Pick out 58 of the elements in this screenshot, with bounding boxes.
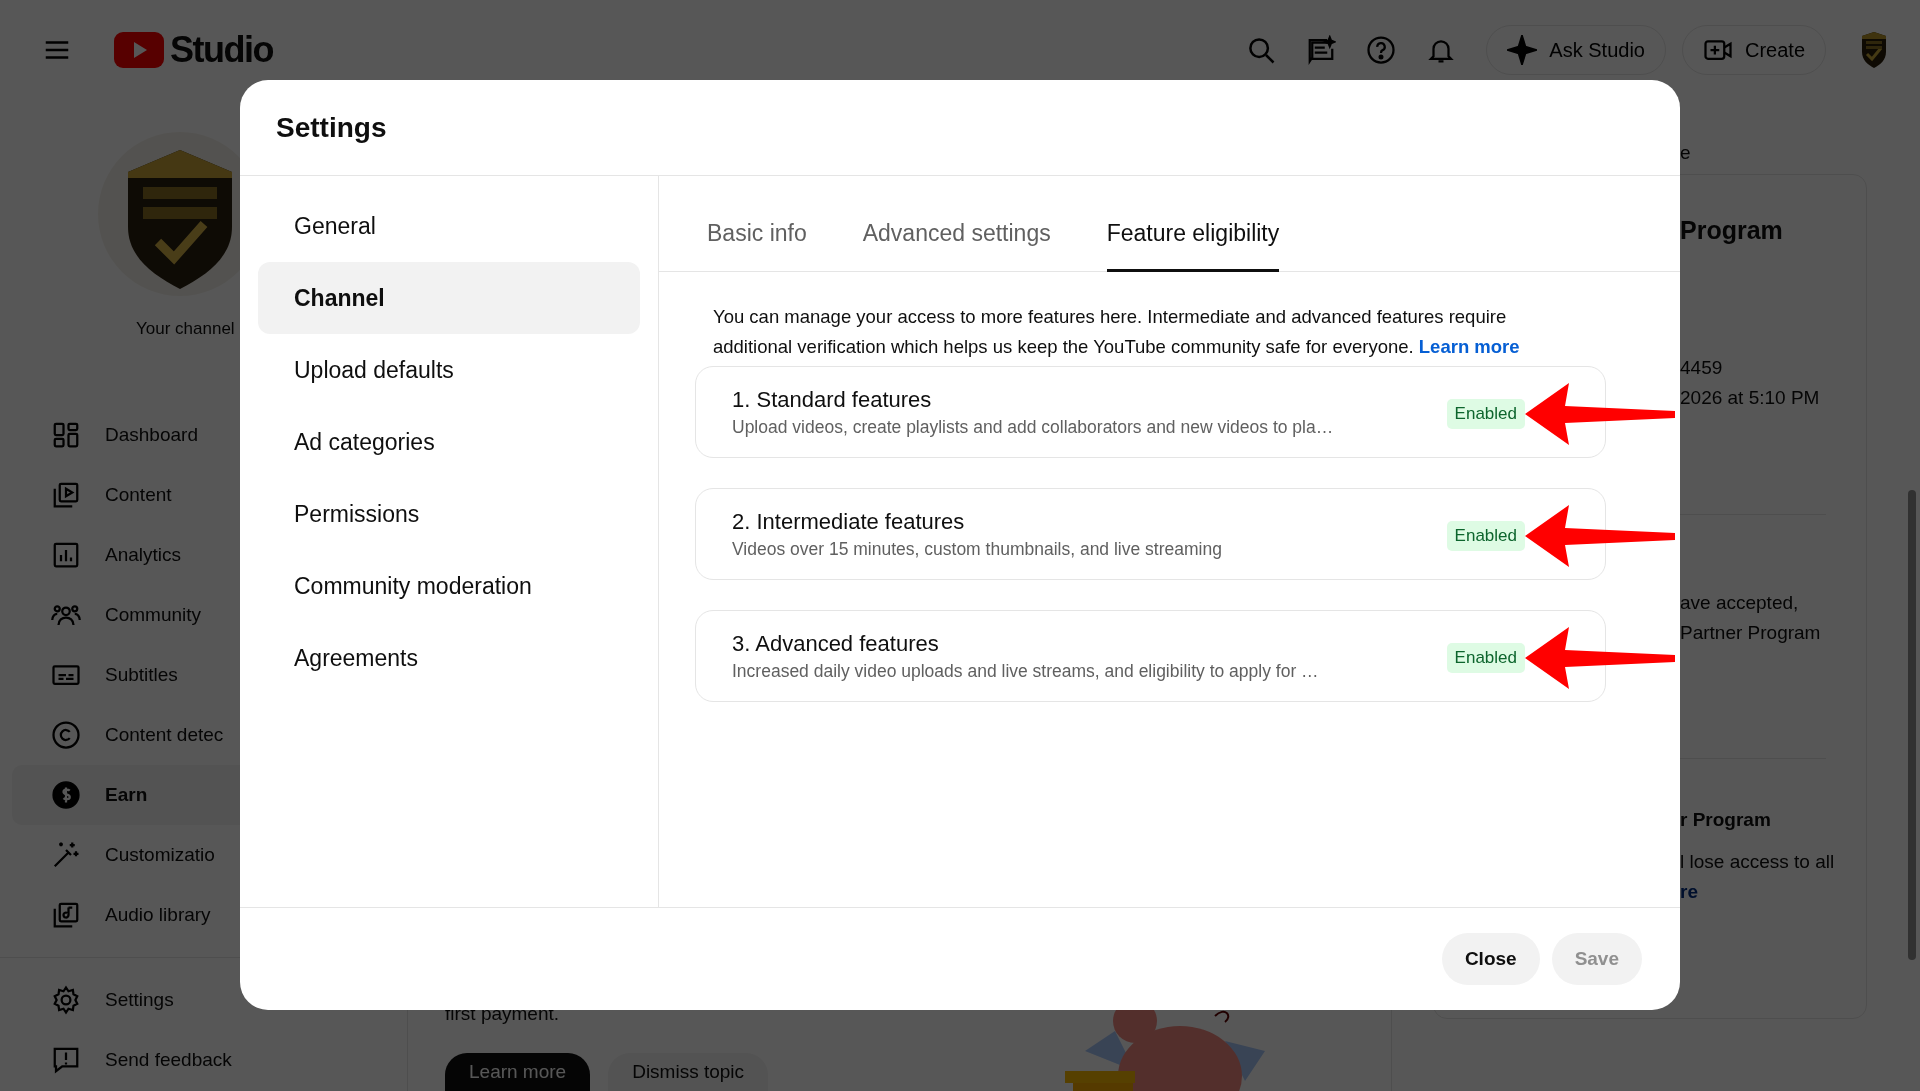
customization-icon	[51, 840, 81, 870]
section-text: l lose access to all	[1680, 850, 1836, 874]
feature-title: 3. Advanced features	[732, 630, 940, 657]
section-heading: r Program	[1680, 808, 1772, 832]
section-text: 4459	[1680, 356, 1724, 380]
analytics-icon	[51, 540, 81, 570]
help-icon[interactable]	[1366, 35, 1397, 65]
dollar-icon	[51, 780, 81, 810]
audio-icon	[51, 900, 81, 930]
sparkle-icon	[1507, 35, 1538, 65]
content-icon	[51, 480, 81, 510]
link[interactable]: re	[1680, 877, 1866, 907]
section-heading: Program	[1680, 215, 1784, 245]
create-button[interactable]: Create	[1681, 25, 1826, 75]
feature-description: Videos over 15 minutes, custom thumbnails, and live streaming	[732, 538, 1223, 560]
learn-more-button[interactable]: Learn more	[445, 1053, 591, 1091]
learn-more-link[interactable]: Learn more	[1418, 336, 1520, 357]
feature-title: 1. Standard features	[732, 386, 933, 413]
nav-item[interactable]: Community moderation	[258, 550, 640, 622]
close-button[interactable]: Close	[1441, 933, 1540, 985]
nav-item[interactable]: Upload defaults	[258, 334, 640, 406]
chat-sparkle-icon[interactable]	[1306, 35, 1337, 65]
play-logo-icon	[114, 32, 164, 68]
channel-label: Your channel	[136, 319, 236, 339]
scrollbar-thumb[interactable]	[1908, 490, 1916, 960]
feature-description: Increased daily video uploads and live streams, and eligibility to apply for …	[732, 660, 1320, 682]
search-icon[interactable]	[1246, 35, 1277, 65]
feature-description: Upload videos, create playlists and add collaborators and new videos to pla…	[732, 416, 1335, 438]
dismiss-button[interactable]: Dismiss topic	[608, 1053, 769, 1091]
dashboard-icon	[51, 420, 81, 450]
nav-item[interactable]: Ad categories	[258, 406, 640, 478]
feedback-icon	[51, 1045, 81, 1075]
nav-item[interactable]: Agreements	[258, 622, 640, 694]
sidebar-item[interactable]: Content detec	[12, 705, 395, 765]
sidebar-item[interactable]: Audio library	[12, 885, 395, 945]
nav-item[interactable]: General	[258, 190, 640, 262]
logo-text: Studio	[170, 29, 273, 71]
section-text: e	[1680, 141, 1692, 165]
status-badge: Enabled	[1446, 399, 1525, 429]
status-badge: Enabled	[1446, 521, 1525, 551]
tab[interactable]: Feature eligibility	[1106, 176, 1280, 272]
nav-item[interactable]: Permissions	[258, 478, 640, 550]
section-text: 2026 at 5:10 PM	[1680, 386, 1821, 410]
status-badge: Enabled	[1446, 643, 1525, 673]
tab[interactable]: Basic info	[707, 176, 807, 272]
nav-item[interactable]: Channel	[258, 262, 640, 334]
section-text: ave accepted,	[1680, 591, 1800, 615]
copyright-icon	[51, 720, 81, 750]
sidebar-item[interactable]: Settings	[12, 970, 395, 1030]
settings-icon	[51, 985, 81, 1015]
intro-text: You can manage your access to more features here. Intermediate and advanced features require additional verification which helps us keep the YouTube community safe for everyone. Learn more	[713, 305, 1521, 359]
dialog-title: Settings	[276, 111, 387, 144]
sidebar-item[interactable]: Send feedback	[12, 1030, 395, 1090]
feature-title: 2. Intermediate features	[732, 508, 966, 535]
section-text: Partner Program	[1680, 621, 1822, 645]
tab[interactable]: Advanced settings	[862, 176, 1051, 272]
sidebar-item[interactable]: Customizatio	[12, 825, 395, 885]
ask-studio-button[interactable]: Ask Studio	[1486, 25, 1666, 75]
